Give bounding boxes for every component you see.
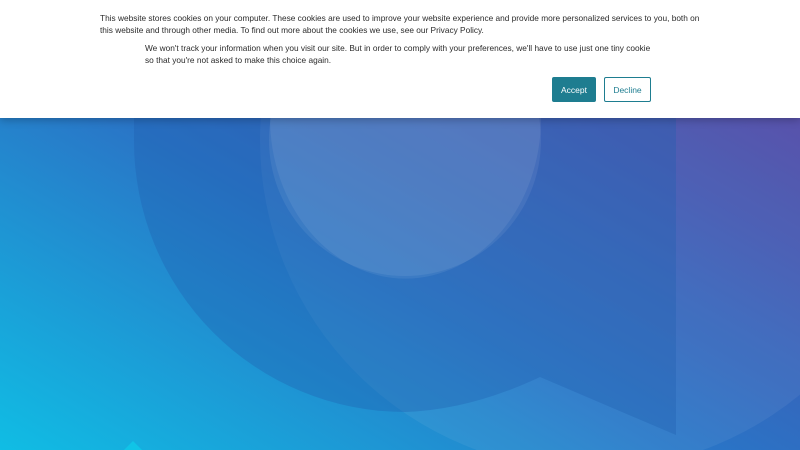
- cookie-message: This website stores cookies on your comp…: [100, 13, 700, 35]
- page: This website stores cookies on your comp…: [0, 0, 800, 450]
- cookie-secondary-message: We won't track your information when you…: [145, 43, 651, 65]
- cookie-banner: This website stores cookies on your comp…: [0, 0, 800, 118]
- accept-button[interactable]: Accept: [552, 77, 596, 102]
- decline-button[interactable]: Decline: [604, 77, 651, 102]
